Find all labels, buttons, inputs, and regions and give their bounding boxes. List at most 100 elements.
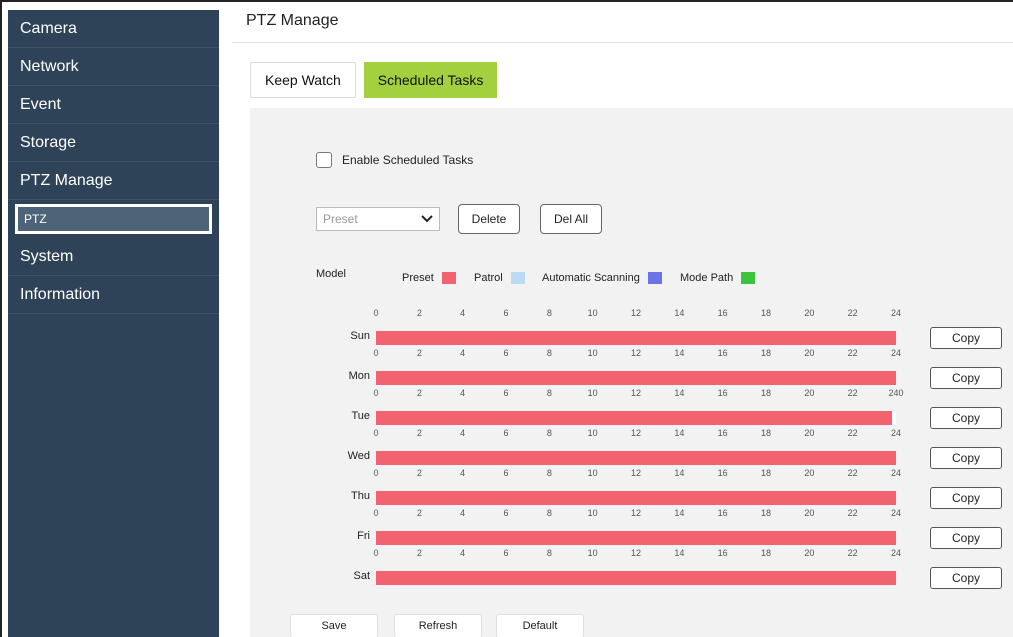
hour-tick-label: 6	[503, 548, 509, 558]
legend-item-patrol: Patrol	[474, 272, 525, 284]
copy-button[interactable]: Copy	[930, 327, 1002, 349]
schedule-bar-sat[interactable]	[376, 571, 896, 585]
hour-tick-label: 12	[630, 508, 642, 518]
hour-tick-label: 2	[416, 468, 422, 478]
del-all-button[interactable]: Del All	[540, 204, 602, 234]
refresh-button[interactable]: Refresh	[394, 614, 482, 637]
hour-tick-label: 14	[674, 428, 685, 438]
hour-tick-label: 22	[847, 468, 858, 478]
sidebar-item-event[interactable]: Event	[8, 86, 219, 124]
hour-tick-label: 20	[804, 508, 815, 518]
day-label: Thu	[351, 490, 370, 502]
hour-tick-label: 2	[416, 348, 422, 358]
hour-tick-label: 12	[630, 308, 642, 318]
hour-tick-label: 20	[804, 428, 815, 438]
copy-button[interactable]: Copy	[930, 527, 1002, 549]
title-divider	[232, 42, 1013, 43]
enable-row: Enable Scheduled Tasks	[316, 152, 473, 168]
schedule-bar-tue[interactable]	[376, 411, 896, 425]
sidebar-item-label: PTZ Manage	[20, 171, 113, 189]
hour-axis: 0 2 4 6 8 10 12 14 16 18 20 22 24	[373, 428, 901, 440]
hour-tick-label: 12	[630, 388, 642, 398]
copy-button[interactable]: Copy	[930, 407, 1002, 429]
preset-select[interactable]: Preset	[316, 207, 440, 231]
hour-tick-label: 8	[546, 508, 552, 518]
copy-button[interactable]: Copy	[930, 567, 1002, 589]
hour-tick-label: 8	[546, 548, 552, 558]
schedule-bar-fri[interactable]	[376, 531, 896, 545]
hour-tick-label: 20	[804, 548, 815, 558]
hour-tick-label: 0	[373, 468, 379, 478]
day-label: Sun	[350, 330, 370, 342]
schedule-row-tue: 0 2 4 6 8 10 12 14 16 18 20 22 240 Tue Copy	[316, 388, 1006, 429]
hour-tick-label: 22	[847, 348, 858, 358]
hour-tick-label: 14	[674, 548, 685, 558]
schedule-bar-mon[interactable]	[376, 371, 896, 385]
hour-tick-label: 10	[587, 508, 598, 518]
hour-axis: 0 2 4 6 8 10 12 14 16 18 20 22 24	[373, 508, 901, 520]
hour-tick-label: 24	[890, 548, 902, 558]
hour-tick-label: 6	[503, 348, 509, 358]
hour-tick-label: 22	[847, 428, 858, 438]
legend-swatch	[647, 272, 662, 284]
sidebar-item-system[interactable]: System	[8, 238, 219, 276]
schedule-row-fri: 0 2 4 6 8 10 12 14 16 18 20 22 24 Fri Copy	[316, 508, 1006, 549]
schedule-bar-wed[interactable]	[376, 451, 896, 465]
sidebar-item-ptz-manage[interactable]: PTZ Manage	[8, 162, 219, 200]
hour-tick-label: 14	[674, 348, 685, 358]
hour-tick-label: 8	[546, 308, 552, 318]
copy-button[interactable]: Copy	[930, 367, 1002, 389]
delete-button[interactable]: Delete	[458, 204, 520, 234]
default-button[interactable]: Default	[496, 614, 584, 637]
copy-button[interactable]: Copy	[930, 447, 1002, 469]
sidebar-item-information[interactable]: Information	[8, 276, 219, 314]
hour-tick-label: 10	[587, 548, 598, 558]
hour-tick-label: 18	[760, 388, 772, 398]
hour-tick-label: 0	[373, 428, 379, 438]
hour-tick-label: 18	[760, 348, 772, 358]
hour-tick-label: 10	[587, 388, 598, 398]
hour-tick-label: 22	[847, 508, 858, 518]
hour-tick-label: 20	[804, 308, 815, 318]
model-label: Model	[316, 268, 346, 280]
legend-item-automatic-scanning: Automatic Scanning	[542, 272, 662, 284]
sidebar: Camera Network Event Storage PTZ Manage …	[8, 10, 219, 637]
hour-tick-label: 18	[760, 468, 772, 478]
enable-scheduled-tasks-checkbox[interactable]	[316, 152, 332, 168]
save-button[interactable]: Save	[290, 614, 378, 637]
hour-tick-label: 6	[503, 428, 509, 438]
legend-item-mode-path: Mode Path	[680, 272, 756, 284]
hour-tick-label: 16	[717, 308, 728, 318]
enable-scheduled-tasks-label: Enable Scheduled Tasks	[342, 153, 474, 167]
hour-tick-label: 10	[587, 468, 598, 478]
sidebar-item-network[interactable]: Network	[8, 48, 219, 86]
hour-tick-label: 18	[760, 508, 772, 518]
legend-label: Patrol	[474, 272, 503, 284]
legend-swatch	[741, 272, 756, 284]
hour-tick-label: 6	[503, 388, 509, 398]
copy-button[interactable]: Copy	[930, 487, 1002, 509]
hour-tick-label: 0	[373, 508, 379, 518]
hour-tick-label: 20	[804, 468, 815, 478]
hour-tick-label: 0	[373, 548, 379, 558]
hour-tick-label: 16	[717, 348, 728, 358]
sidebar-item-label: Network	[20, 57, 79, 75]
hour-tick-label: 20	[804, 388, 815, 398]
sidebar-subitem-ptz[interactable]: PTZ	[8, 200, 219, 238]
hour-tick-label: 10	[587, 428, 598, 438]
hour-tick-label: 24	[890, 468, 902, 478]
schedule-bar-thu[interactable]	[376, 491, 896, 505]
sidebar-item-storage[interactable]: Storage	[8, 124, 219, 162]
day-label: Mon	[348, 370, 370, 382]
legend-swatch	[441, 272, 456, 284]
hour-tick-label: 24	[890, 348, 902, 358]
hour-tick-label: 6	[503, 508, 509, 518]
sidebar-item-camera[interactable]: Camera	[8, 10, 219, 48]
hour-tick-label: 12	[630, 548, 642, 558]
hour-tick-label: 24	[890, 508, 902, 518]
schedule-bar-sun[interactable]	[376, 331, 896, 345]
tab-keep-watch[interactable]: Keep Watch	[250, 62, 356, 98]
tab-scheduled-tasks[interactable]: Scheduled Tasks	[363, 62, 498, 98]
day-label: Sat	[353, 570, 370, 582]
day-label: Tue	[351, 410, 370, 422]
